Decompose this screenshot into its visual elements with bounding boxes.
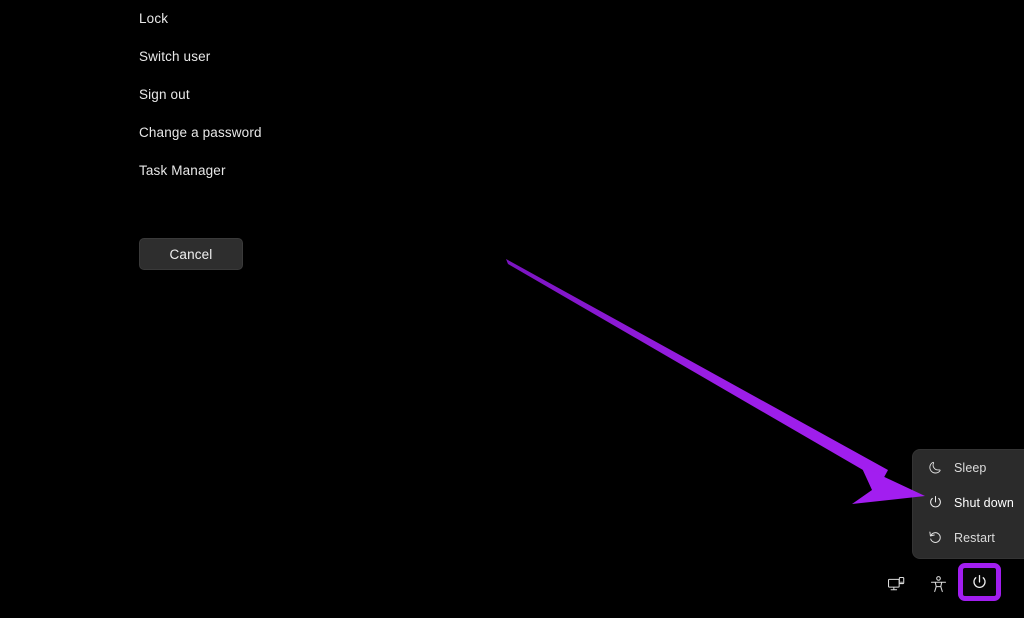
taskbar-corner-icons [876,563,1024,603]
power-menu-item-label: Shut down [954,495,1014,510]
power-icon [925,493,945,513]
security-option-label: Change a password [139,125,262,140]
security-option-lock[interactable]: Lock [139,0,559,38]
power-menu-item-label: Sleep [954,460,987,475]
power-menu-item-restart[interactable]: Restart [913,520,1024,555]
security-option-label: Switch user [139,49,211,64]
power-menu-item-label: Restart [954,530,995,545]
network-icon[interactable] [881,569,911,599]
security-option-change-a-password[interactable]: Change a password [139,114,559,152]
power-menu-item-sleep[interactable]: Sleep [913,450,1024,485]
security-option-sign-out[interactable]: Sign out [139,76,559,114]
power-menu-item-shut-down[interactable]: Shut down [913,485,1024,520]
restart-icon [925,528,945,548]
security-option-switch-user[interactable]: Switch user [139,38,559,76]
security-options-list: Lock Switch user Sign out Change a passw… [139,0,559,270]
power-icon [973,574,986,588]
security-option-label: Lock [139,11,169,26]
cancel-button[interactable]: Cancel [139,238,243,270]
moon-icon [925,458,945,478]
power-button[interactable] [958,563,1001,601]
accessibility-icon[interactable] [923,569,953,599]
security-option-task-manager[interactable]: Task Manager [139,152,559,190]
power-menu-flyout: Sleep Shut down Restart [913,450,1024,558]
security-option-label: Task Manager [139,163,226,178]
security-option-label: Sign out [139,87,190,102]
